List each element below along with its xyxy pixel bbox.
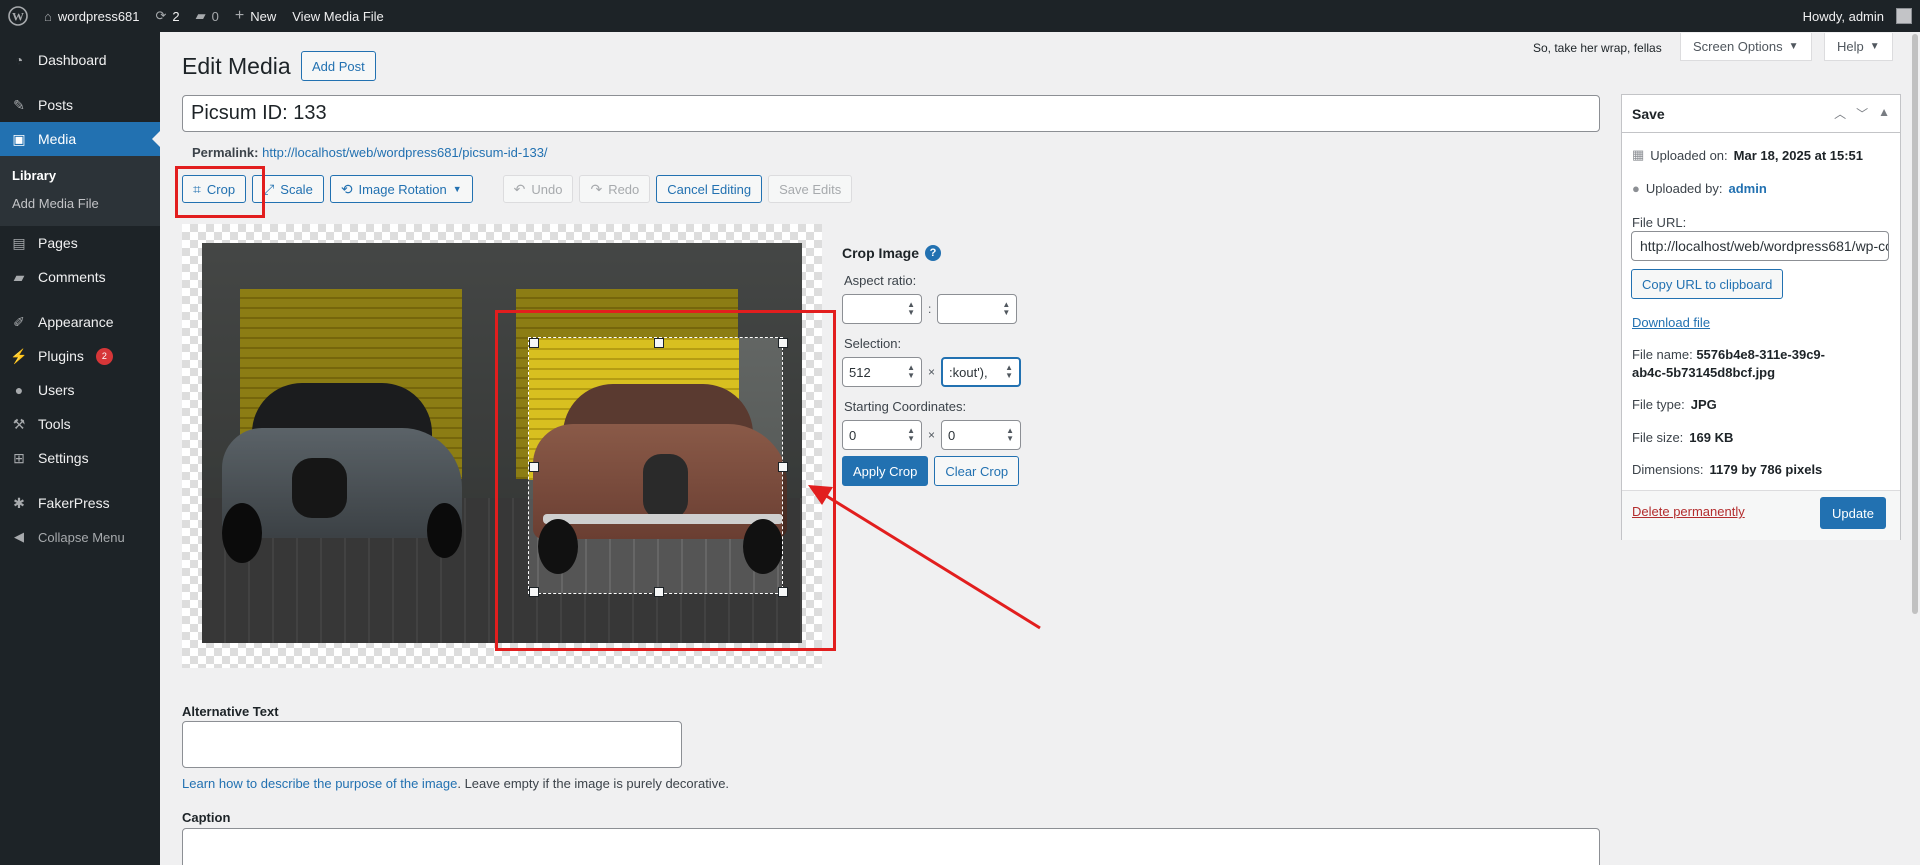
annotation-arrow-icon (808, 485, 1041, 630)
